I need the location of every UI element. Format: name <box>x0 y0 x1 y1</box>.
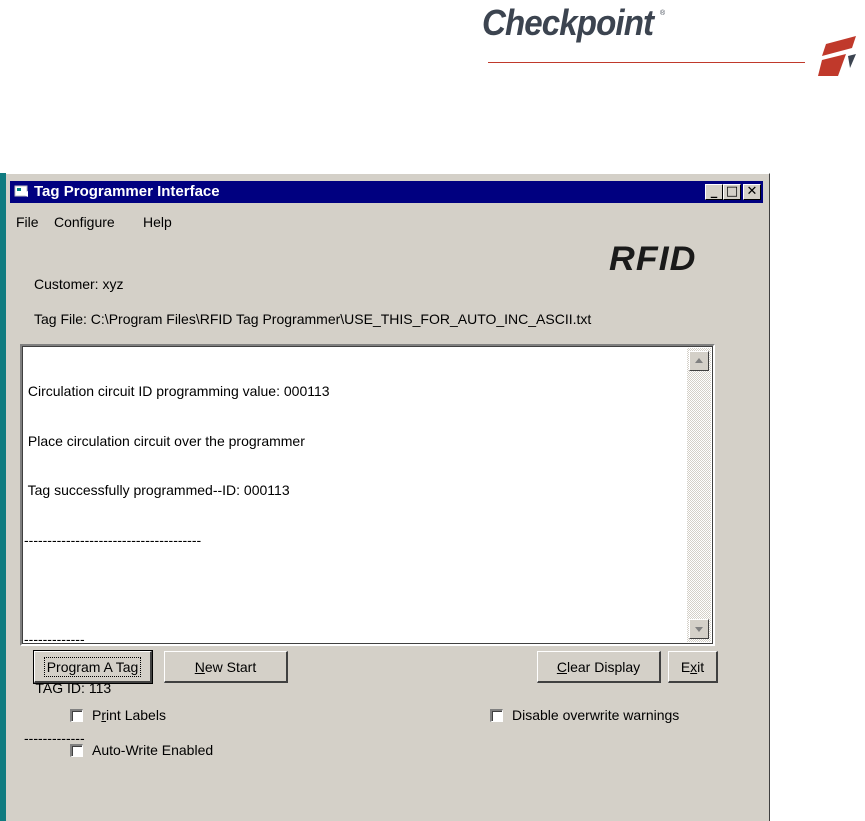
window-titlebar[interactable]: Tag Programmer Interface _ □ ✕ <box>10 181 763 203</box>
app-icon <box>14 185 28 197</box>
maximize-icon: □ <box>725 184 739 199</box>
rfid-logo: RFID <box>609 240 697 278</box>
exit-accel: x <box>690 658 698 675</box>
program-a-tag-button[interactable]: Program A Tag <box>33 650 153 684</box>
menu-help[interactable]: Help <box>143 214 172 230</box>
clear-display-text: lear Display <box>566 658 641 675</box>
output-line: Circulation circuit ID programming value… <box>24 383 330 399</box>
new-start-text: ew Start <box>204 658 257 675</box>
auto-write-box[interactable] <box>70 743 83 757</box>
program-a-tag-text: Program A Ta <box>46 658 131 675</box>
output-line: -------------------------------------- <box>24 531 202 548</box>
auto-write-checkbox[interactable]: Auto-Write Enabled <box>70 742 213 758</box>
new-start-accel: N <box>194 658 205 675</box>
clear-display-button[interactable]: Clear Display <box>537 651 661 683</box>
tag-file-label: Tag File: C:\Program Files\RFID Tag Prog… <box>34 311 592 327</box>
minimize-button[interactable]: _ <box>705 184 723 200</box>
disable-overwrite-box[interactable] <box>490 708 503 722</box>
print-labels-box[interactable] <box>70 708 83 722</box>
scroll-up-button[interactable] <box>689 351 709 371</box>
output-line: Tag successfully programmed--ID: 000113 <box>24 482 290 498</box>
auto-write-label: Auto-Write Enabled <box>92 742 214 758</box>
maximize-button[interactable]: □ <box>723 184 741 200</box>
exit-text-pre: E <box>680 658 691 675</box>
menu-file[interactable]: File <box>16 214 39 230</box>
new-start-button[interactable]: New Start <box>164 651 288 683</box>
customer-label: Customer: xyz <box>34 276 124 292</box>
vertical-scrollbar[interactable] <box>687 348 711 642</box>
clear-display-accel: C <box>556 658 567 675</box>
arrow-up-icon <box>695 358 703 363</box>
print-labels-text-pre: P <box>92 707 102 723</box>
close-icon: ✕ <box>746 184 758 199</box>
output-display[interactable]: Circulation circuit ID programming value… <box>20 344 715 746</box>
checkpoint-brand-header: Checkpoint ® <box>478 0 865 80</box>
output-line: ------------- <box>24 630 85 647</box>
scroll-down-button[interactable] <box>689 619 709 639</box>
window-title: Tag Programmer Interface <box>34 183 220 200</box>
output-line: Place circulation circuit over the progr… <box>24 432 305 449</box>
checkpoint-logo-text: Checkpoint <box>482 2 654 43</box>
checkpoint-mark-icon <box>818 36 856 76</box>
registered-mark: ® <box>660 10 666 17</box>
brand-underline <box>488 62 805 63</box>
arrow-down-icon <box>695 627 703 632</box>
print-labels-text-rest: int Labels <box>106 707 166 723</box>
minimize-icon: _ <box>710 184 718 199</box>
program-a-tag-accel: g <box>130 658 139 675</box>
tag-programmer-window: Tag Programmer Interface _ □ ✕ File Conf… <box>0 173 770 821</box>
menu-configure[interactable]: Configure <box>54 214 115 230</box>
exit-text-rest: it <box>697 658 705 675</box>
disable-overwrite-label: Disable overwrite warnings <box>512 707 680 723</box>
close-button[interactable]: ✕ <box>743 184 761 200</box>
output-line: ​ <box>24 581 683 598</box>
print-labels-checkbox[interactable]: Pr int Labels <box>70 707 166 723</box>
exit-button[interactable]: Ex it <box>668 651 718 683</box>
disable-overwrite-checkbox[interactable]: Disable overwrite warnings <box>490 707 679 723</box>
program-a-tag-label: Program A Tag <box>43 656 142 677</box>
